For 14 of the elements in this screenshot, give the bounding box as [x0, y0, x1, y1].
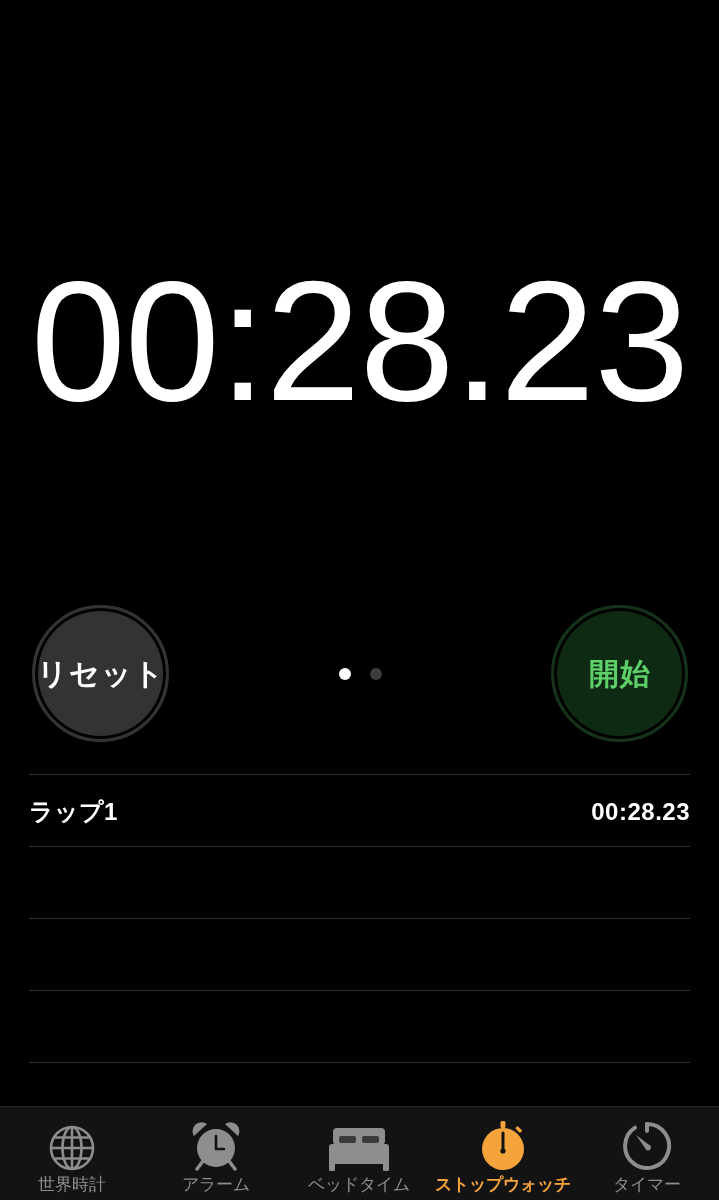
tab-item[interactable]: タイマー	[575, 1107, 719, 1200]
start-button[interactable]: 開始	[551, 605, 688, 742]
tab-item[interactable]: 世界時計	[0, 1107, 144, 1200]
lap-label: ラップ1	[29, 796, 118, 827]
globe-icon	[48, 1125, 95, 1171]
elapsed-time-display: 00:28.23	[30, 255, 689, 426]
timer-icon	[622, 1121, 673, 1171]
lap-time: 00:28.23	[591, 796, 690, 827]
alarm-clock-icon	[190, 1121, 241, 1171]
tab-item[interactable]: アラーム	[143, 1107, 288, 1200]
tab-item[interactable]: ベッドタイム	[287, 1107, 432, 1200]
bed-icon	[328, 1127, 391, 1171]
reset-button[interactable]: リセット	[32, 605, 169, 742]
tab-item[interactable]: ストップウォッチ	[431, 1107, 576, 1200]
